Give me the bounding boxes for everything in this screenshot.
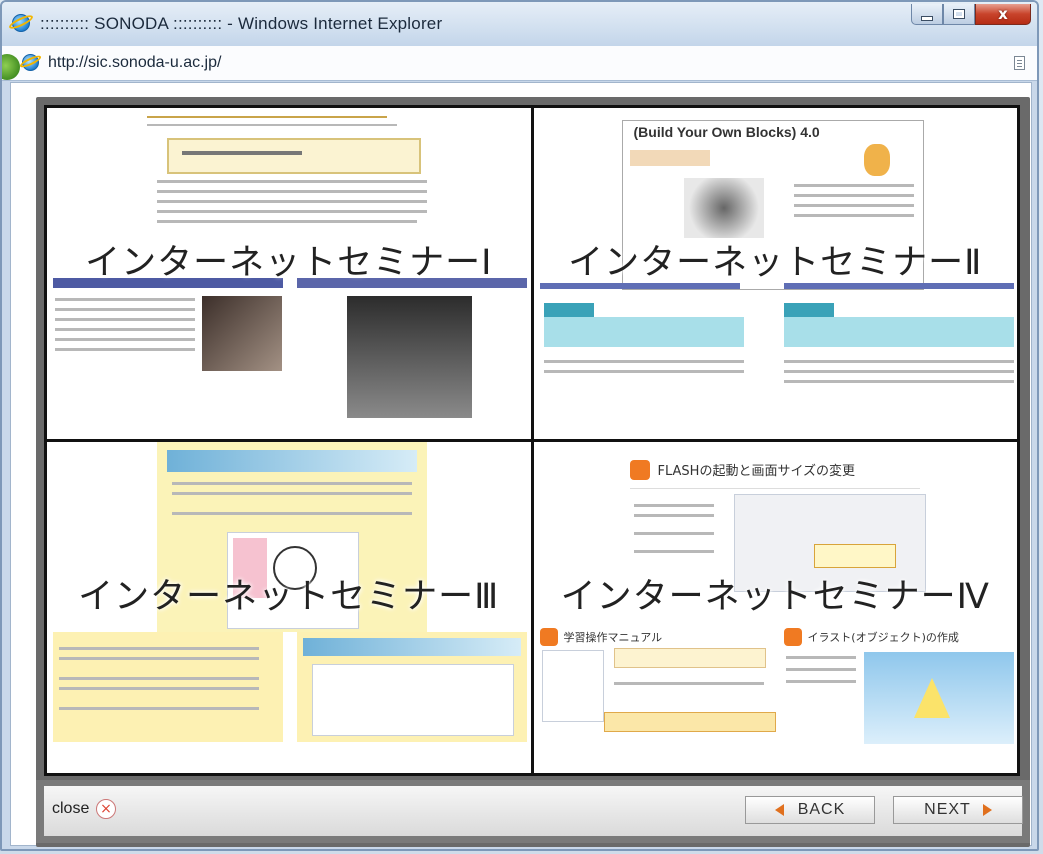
arrow-left-icon — [774, 804, 784, 816]
address-bar[interactable]: http://sic.sonoda-u.ac.jp/ — [2, 46, 1037, 81]
next-label: NEXT — [924, 801, 971, 818]
page-content: インターネットセミナーⅠ (Build Your Own Blocks) 4.0 — [10, 82, 1032, 847]
seminar-cell-2[interactable]: (Build Your Own Blocks) 4.0 インターネットセミナーⅡ — [533, 108, 1017, 439]
seminar-grid: インターネットセミナーⅠ (Build Your Own Blocks) 4.0 — [44, 105, 1020, 776]
viewer-controls: close × BACK NEXT — [44, 786, 1023, 836]
close-icon: x — [998, 5, 1008, 23]
url-text[interactable]: http://sic.sonoda-u.ac.jp/ — [48, 54, 221, 72]
arrow-right-icon — [982, 804, 992, 816]
window-title: :::::::::: SONODA :::::::::: - Windows I… — [40, 14, 443, 33]
close-circle-icon[interactable]: × — [96, 799, 116, 819]
maximize-icon — [953, 9, 965, 19]
seminar-4-label: インターネットセミナーⅣ — [560, 577, 990, 617]
window-controls: x — [911, 4, 1031, 25]
internet-explorer-icon — [12, 14, 30, 32]
seminar-cell-3[interactable]: インターネットセミナーⅢ — [47, 442, 531, 773]
seminar-1-label: インターネットセミナーⅠ — [85, 243, 493, 283]
maximize-button[interactable] — [943, 4, 975, 25]
thumb-flash-title: FLASHの起動と画面サイズの変更 — [657, 464, 856, 479]
browser-window: :::::::::: SONODA :::::::::: - Windows I… — [0, 0, 1039, 851]
thumb-manual-title: 学習操作マニュアル — [563, 631, 663, 644]
seminar-3-label: インターネットセミナーⅢ — [78, 577, 500, 617]
viewer-footer: close × BACK NEXT — [36, 780, 1030, 843]
thumb-snap-title: (Build Your Own Blocks) 4.0 — [633, 124, 820, 140]
page-icon[interactable] — [1014, 56, 1025, 70]
seminar-cell-4[interactable]: FLASHの起動と画面サイズの変更 学習操作マニュアル イラスト(オブジェクト)… — [533, 442, 1017, 773]
close-window-button[interactable]: x — [975, 4, 1031, 25]
minimize-icon — [921, 15, 933, 21]
page-favicon-icon — [22, 54, 39, 71]
lightbox-viewer: インターネットセミナーⅠ (Build Your Own Blocks) 4.0 — [36, 97, 1030, 847]
back-label: BACK — [797, 801, 846, 818]
seminar-cell-1[interactable]: インターネットセミナーⅠ — [47, 108, 531, 439]
back-button[interactable]: BACK — [745, 796, 875, 824]
thumb-illust-title: イラスト(オブジェクト)の作成 — [807, 631, 959, 644]
next-button[interactable]: NEXT — [893, 796, 1023, 824]
seminar-2-label: インターネットセミナーⅡ — [568, 243, 983, 283]
title-bar: :::::::::: SONODA :::::::::: - Windows I… — [2, 2, 1037, 47]
minimize-button[interactable] — [911, 4, 943, 25]
close-label[interactable]: close — [52, 800, 89, 818]
